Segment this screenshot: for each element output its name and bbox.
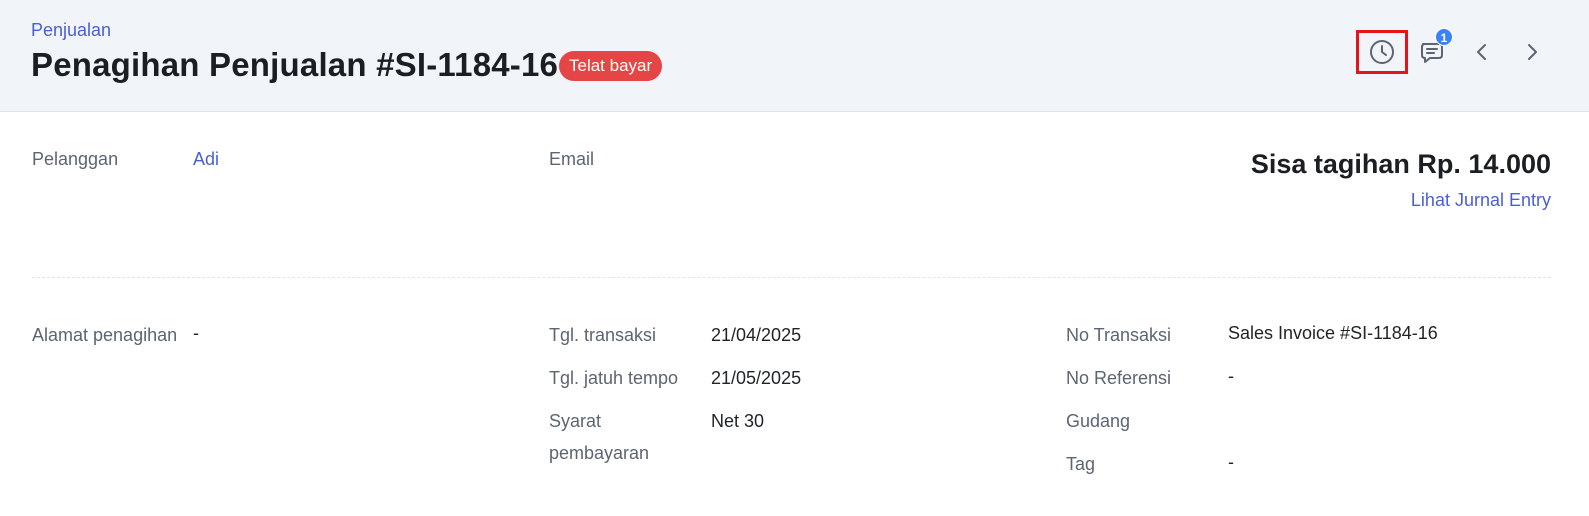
remaining-balance: Sisa tagihan Rp. 14.000 <box>1250 149 1551 179</box>
email-label: Email <box>549 149 595 169</box>
customer-link[interactable]: Adi <box>193 149 219 170</box>
tag-label: Tag <box>1066 454 1096 474</box>
next-button[interactable] <box>1506 30 1558 74</box>
transaction-date-value: 21/04/2025 <box>711 325 802 345</box>
clock-icon <box>1370 40 1394 64</box>
payment-terms-label-line2: pembayaran <box>549 443 650 463</box>
history-button[interactable] <box>1356 30 1408 74</box>
billing-address-label: Alamat penagihan <box>32 325 178 345</box>
breadcrumb-sales[interactable]: Penjualan <box>31 20 111 41</box>
tag-value: - <box>1228 452 1234 472</box>
customer-label: Pelanggan <box>32 149 119 169</box>
previous-button[interactable] <box>1456 30 1508 74</box>
comments-button[interactable]: 1 <box>1406 28 1458 74</box>
transaction-date-label: Tgl. transaksi <box>549 325 657 345</box>
status-badge: Telat bayar <box>559 51 663 81</box>
due-date-label: Tgl. jatuh tempo <box>549 368 679 388</box>
page-header: Penjualan Penagihan Penjualan #SI-1184-1… <box>0 0 1589 112</box>
chevron-left-icon <box>1477 44 1486 60</box>
reference-no-label: No Referensi <box>1066 368 1172 388</box>
section-divider <box>32 277 1551 278</box>
billing-address-value: - <box>193 323 199 343</box>
chevron-right-icon <box>1528 44 1537 60</box>
reference-no-value: - <box>1228 366 1234 386</box>
payment-terms-label-line1: Syarat <box>549 411 602 431</box>
payment-terms-value: Net 30 <box>711 411 765 431</box>
transaction-no-value: Sales Invoice #SI-1184-16 <box>1228 323 1438 343</box>
page-title: Penagihan Penjualan #SI-1184-16 <box>31 46 559 83</box>
due-date-value: 21/05/2025 <box>711 368 802 388</box>
view-journal-entry-link[interactable]: Lihat Jurnal Entry <box>1411 190 1551 211</box>
transaction-no-label: No Transaksi <box>1066 325 1172 345</box>
warehouse-label: Gudang <box>1066 411 1131 431</box>
comment-count-badge: 1 <box>1435 28 1453 46</box>
